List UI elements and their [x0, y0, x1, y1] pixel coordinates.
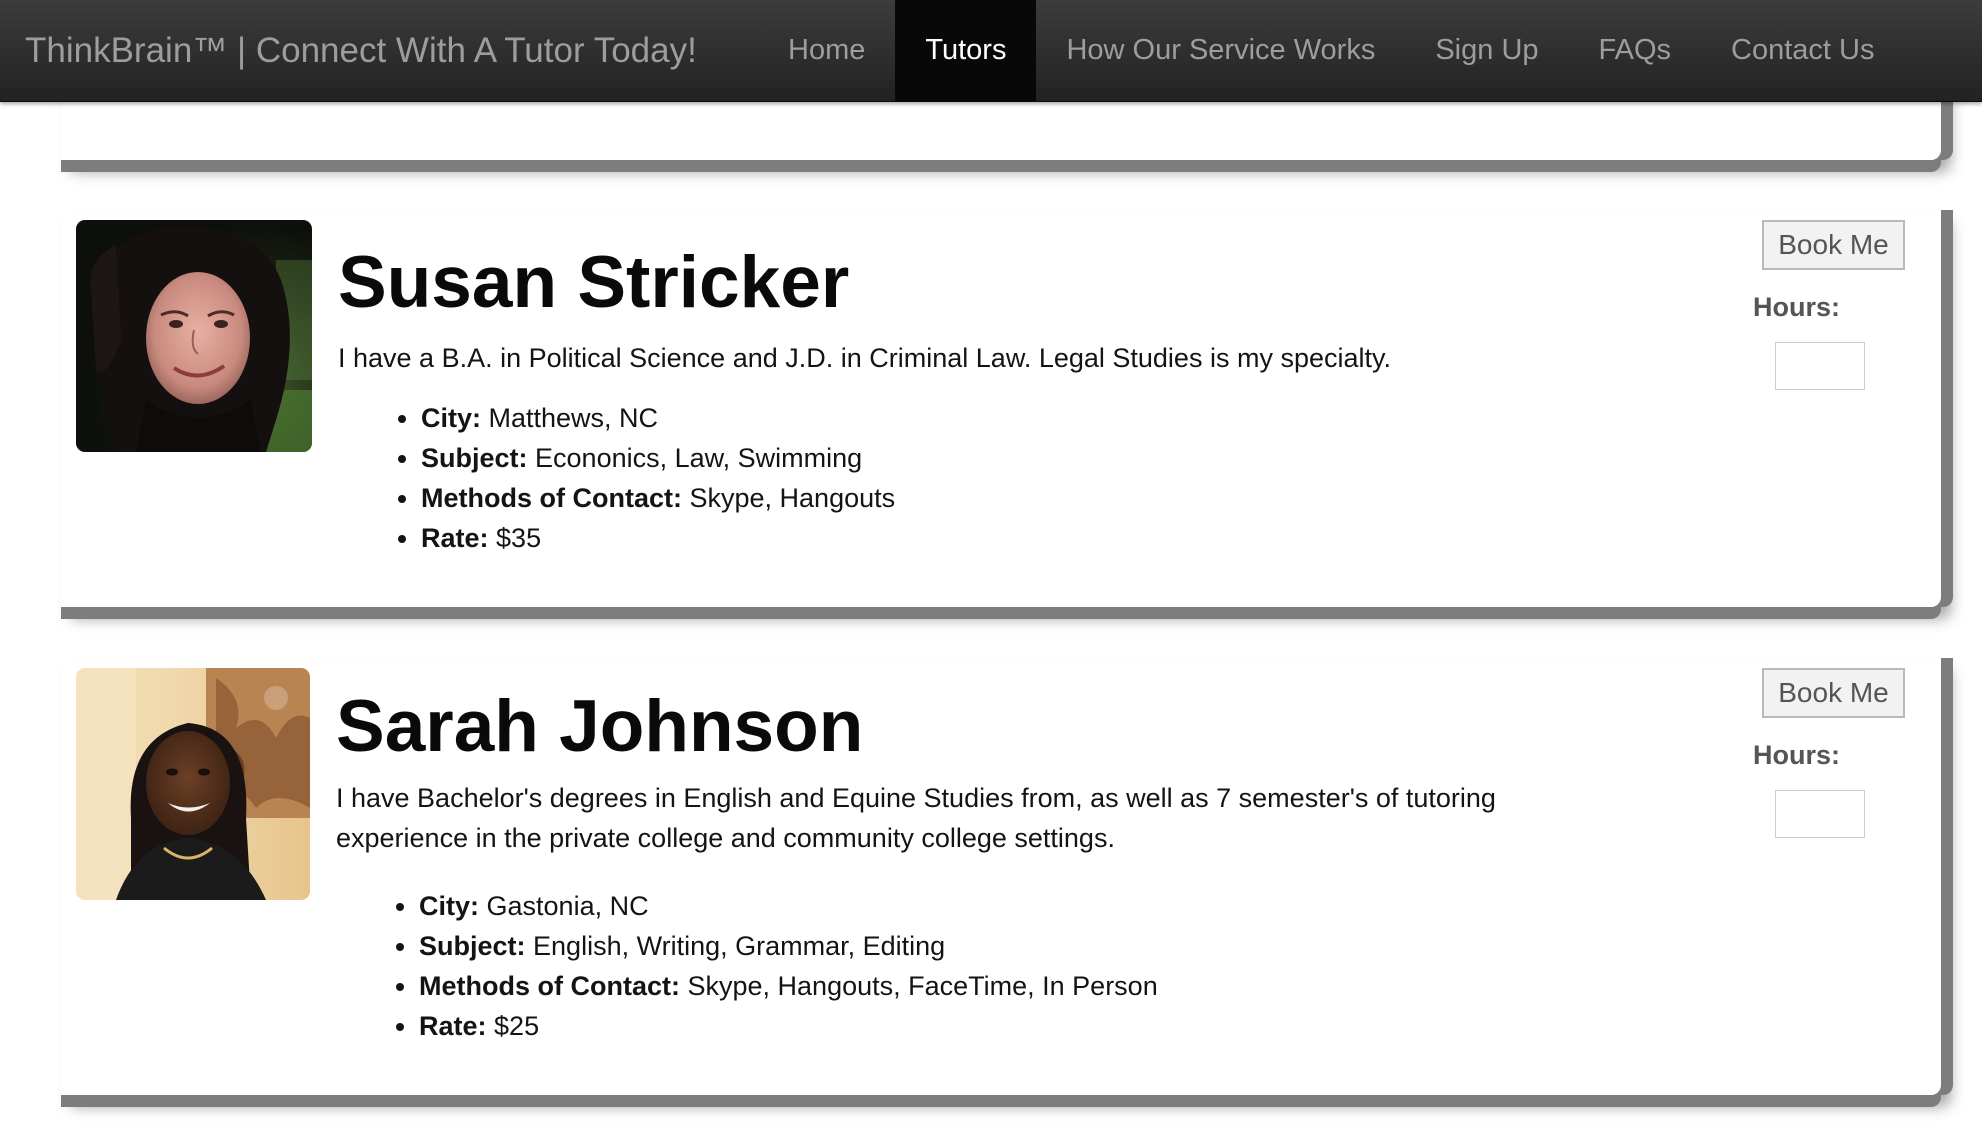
tutor-portrait-image — [76, 668, 310, 900]
hours-input[interactable] — [1775, 342, 1865, 390]
rate-label: Rate: — [419, 1011, 487, 1041]
tutor-name: Sarah Johnson — [336, 686, 864, 767]
tutor-bio: I have Bachelor's degrees in English and… — [336, 783, 1496, 853]
book-me-button[interactable]: Book Me — [1762, 220, 1905, 270]
tutor-subject: Subject: Econonics, Law, Swimming — [421, 438, 895, 478]
tutor-contact-methods: Methods of Contact: Skype, Hangouts, Fac… — [419, 966, 1158, 1006]
tutor-photo — [76, 220, 312, 452]
tutor-details-list: City: Matthews, NC Subject: Econonics, L… — [379, 398, 895, 558]
nav-link-contact-us[interactable]: Contact Us — [1701, 0, 1904, 101]
nav-links: Home Tutors How Our Service Works Sign U… — [758, 0, 1904, 101]
subject-label: Subject: — [421, 443, 528, 473]
tutor-city: City: Matthews, NC — [421, 398, 895, 438]
tutor-card: Sarah Johnson I have Bachelor's degrees … — [61, 658, 1941, 1095]
contact-label: Methods of Contact: — [421, 483, 682, 513]
nav-link-sign-up[interactable]: Sign Up — [1405, 0, 1568, 101]
contact-value: Skype, Hangouts — [689, 483, 896, 513]
rate-label: Rate: — [421, 523, 489, 553]
subject-value: English, Writing, Grammar, Editing — [533, 931, 946, 961]
tutor-bio: I have a B.A. in Political Science and J… — [338, 343, 1391, 373]
tutor-card: Susan Stricker I have a B.A. in Politica… — [61, 210, 1941, 607]
tutor-subject: Subject: English, Writing, Grammar, Edit… — [419, 926, 1158, 966]
subject-label: Subject: — [419, 931, 526, 961]
top-navbar: ThinkBrain™ | Connect With A Tutor Today… — [0, 0, 1982, 102]
tutor-rate: Rate: $35 — [421, 518, 895, 558]
book-me-button[interactable]: Book Me — [1762, 668, 1905, 718]
nav-link-faqs[interactable]: FAQs — [1569, 0, 1702, 101]
city-value: Matthews, NC — [488, 403, 659, 433]
city-label: City: — [419, 891, 479, 921]
tutor-rate: Rate: $25 — [419, 1006, 1158, 1046]
brand-title[interactable]: ThinkBrain™ | Connect With A Tutor Today… — [25, 0, 697, 101]
tutor-photo — [76, 668, 310, 900]
nav-link-tutors[interactable]: Tutors — [895, 0, 1037, 101]
tutor-contact-methods: Methods of Contact: Skype, Hangouts — [421, 478, 895, 518]
contact-label: Methods of Contact: — [419, 971, 680, 1001]
rate-value: $25 — [494, 1011, 540, 1041]
city-label: City: — [421, 403, 481, 433]
city-value: Gastonia, NC — [486, 891, 649, 921]
tutor-city: City: Gastonia, NC — [419, 886, 1158, 926]
hours-input[interactable] — [1775, 790, 1865, 838]
subject-value: Econonics, Law, Swimming — [535, 443, 863, 473]
hours-label: Hours: — [1753, 292, 1840, 322]
tutor-portrait-image — [76, 220, 312, 452]
contact-value: Skype, Hangouts, FaceTime, In Person — [687, 971, 1158, 1001]
rate-value: $35 — [496, 523, 542, 553]
tutor-name: Susan Stricker — [338, 242, 850, 323]
tutor-details-list: City: Gastonia, NC Subject: English, Wri… — [377, 886, 1158, 1046]
nav-link-how-it-works[interactable]: How Our Service Works — [1036, 0, 1405, 101]
nav-link-home[interactable]: Home — [758, 0, 895, 101]
hours-label: Hours: — [1753, 740, 1840, 770]
